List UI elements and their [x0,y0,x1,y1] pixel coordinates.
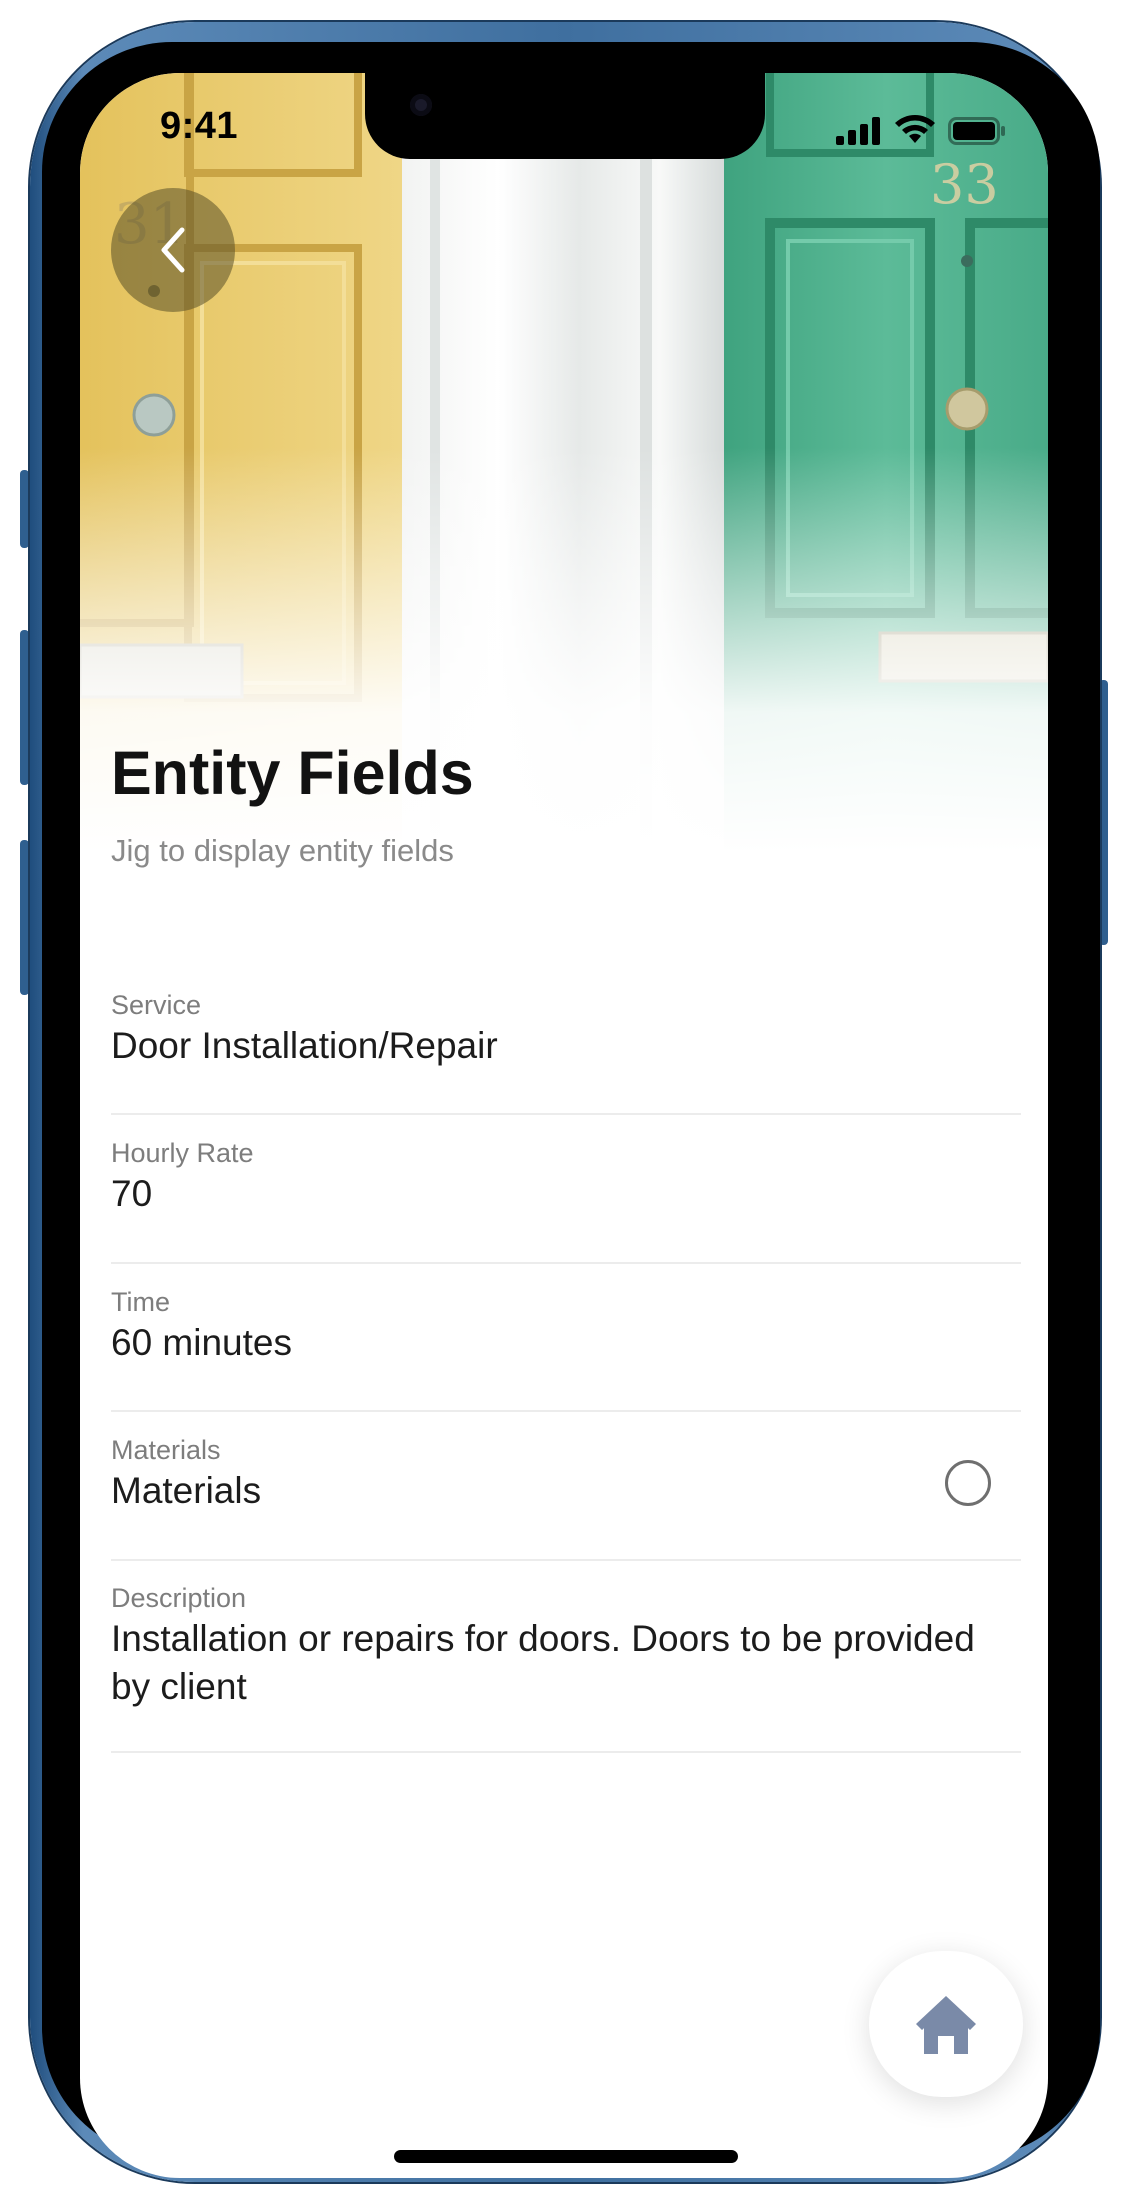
field-label: Hourly Rate [111,1138,254,1168]
field-service: Service Door Installation/Repair [111,968,1021,1115]
silent-switch [20,470,29,548]
field-description: Description Installation or repairs for … [111,1561,1021,1753]
hero-fade-overlay [80,73,1048,853]
app-screen: 31 33 9:41 Entity Fields Jig to disp [80,73,1048,2178]
page-title: Entity Fields [111,739,474,807]
entity-fields-list: Service Door Installation/Repair Hourly … [111,968,1021,1753]
wifi-icon [895,115,935,143]
back-button[interactable] [111,188,235,312]
hero-image: 31 33 [80,73,1048,853]
home-indicator[interactable] [394,2150,738,2163]
field-value: 70 [111,1173,153,1214]
home-button[interactable] [869,1951,1023,2097]
notch [365,73,765,159]
field-label: Service [111,990,202,1020]
field-value: Installation or repairs for doors. Doors… [111,1618,975,1707]
field-value: Materials [111,1470,262,1511]
field-label: Description [111,1583,247,1613]
field-value: 60 minutes [111,1322,292,1363]
battery-icon [948,117,1005,145]
volume-down-button [20,840,29,995]
chevron-left-icon [161,227,185,273]
volume-up-button [20,630,29,785]
field-time: Time 60 minutes [111,1264,1021,1412]
page-subtitle: Jig to display entity fields [111,833,454,868]
status-time: 9:41 [160,105,239,147]
field-materials[interactable]: Materials Materials [111,1412,1021,1561]
status-icons [836,115,1006,145]
materials-radio[interactable] [945,1460,991,1506]
field-label: Materials [111,1435,221,1465]
home-icon [916,1996,976,2054]
field-hourly-rate: Hourly Rate 70 [111,1115,1021,1264]
front-camera [410,94,432,116]
field-value: Door Installation/Repair [111,1025,498,1066]
cellular-signal-icon [836,117,880,145]
field-label: Time [111,1287,170,1317]
power-button [1099,680,1108,945]
